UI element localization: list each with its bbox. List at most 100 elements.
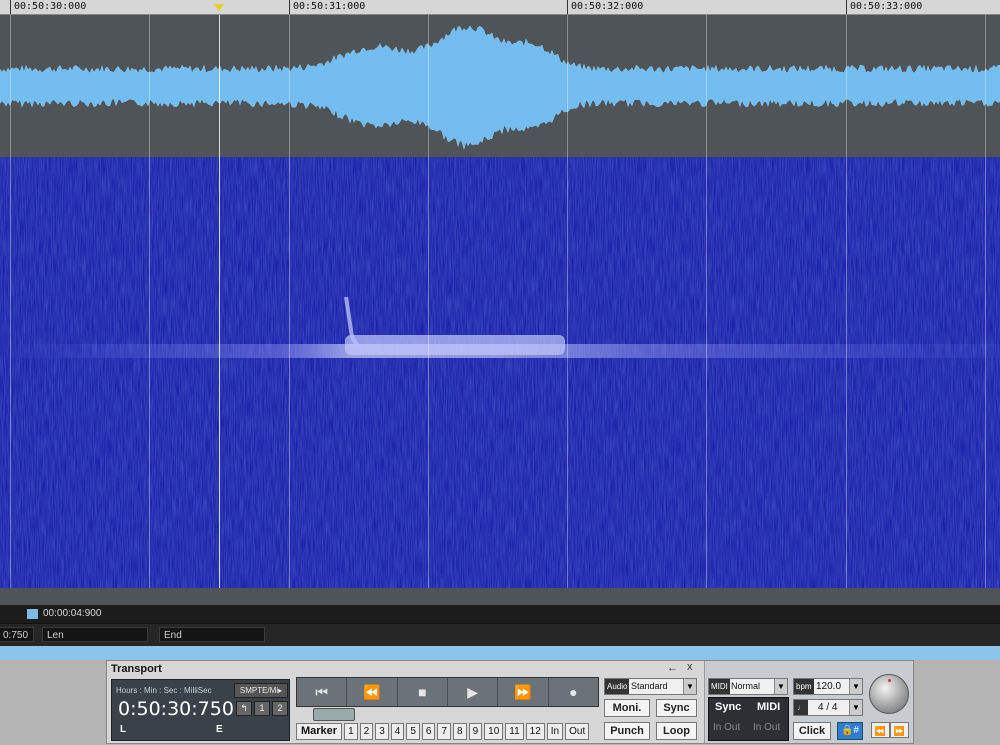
selection-bar[interactable]: 00:00:04:900 bbox=[0, 604, 1000, 623]
midi-mode-value: Normal bbox=[731, 681, 761, 691]
close-icon[interactable]: x bbox=[687, 661, 693, 673]
marker-2-button[interactable]: 2 bbox=[359, 723, 374, 740]
grid-line bbox=[846, 15, 847, 603]
click-button[interactable]: Click bbox=[793, 722, 831, 740]
marker-3-button[interactable]: 3 bbox=[375, 723, 389, 740]
current-time: 0:50:30:750 bbox=[118, 698, 234, 720]
loop-button[interactable]: Loop bbox=[656, 722, 697, 740]
chevron-down-icon: ▼ bbox=[849, 700, 862, 715]
grid-line bbox=[706, 15, 707, 603]
time-format-button[interactable]: SMPTE/Mi▸ bbox=[234, 683, 288, 698]
meter-value: 4 / 4 bbox=[818, 702, 838, 713]
selection-icon bbox=[27, 609, 38, 619]
transport-controls: ⏮ ⏪ ■ ▶ ⏩ ● bbox=[296, 677, 599, 707]
marker-row: Marker 1 2 3 4 5 6 7 8 9 10 11 12 In Out bbox=[296, 723, 590, 740]
bpm-tag: bpm bbox=[794, 679, 814, 694]
midi-label: MIDI bbox=[757, 701, 781, 713]
tempo-value: 120.0 bbox=[816, 681, 842, 692]
marker-7-button[interactable]: 7 bbox=[437, 723, 452, 740]
marker-8-button[interactable]: 8 bbox=[453, 723, 467, 740]
nudge-back-button[interactable]: ⏪ bbox=[871, 722, 890, 738]
spectrogram-view[interactable] bbox=[0, 157, 1000, 588]
grid-line bbox=[10, 15, 11, 603]
playhead-marker-icon[interactable] bbox=[214, 4, 224, 11]
pin-icon[interactable]: ← bbox=[667, 662, 678, 674]
chevron-down-icon: ▼ bbox=[774, 679, 787, 694]
start-field[interactable]: 0:750 bbox=[0, 627, 34, 642]
punch-button[interactable]: Punch bbox=[604, 722, 650, 740]
time-format-label: Hours : Min : Sec : MilliSec bbox=[116, 686, 212, 695]
midi-tag: MIDI bbox=[709, 679, 730, 694]
ruler-tick bbox=[567, 0, 568, 14]
grid-line bbox=[149, 15, 150, 603]
waveform-graphic bbox=[0, 25, 1000, 151]
sync-in-out: In Out bbox=[713, 722, 741, 733]
ruler-tick bbox=[10, 0, 11, 14]
audio-mode-select[interactable]: Audio Standard ▼ bbox=[604, 678, 697, 695]
knob-indicator bbox=[888, 679, 891, 682]
locator-2-button[interactable]: 2 bbox=[272, 701, 288, 716]
marker-11-button[interactable]: 11 bbox=[505, 723, 524, 740]
volume-knob[interactable] bbox=[869, 674, 909, 714]
marker-4-button[interactable]: 4 bbox=[390, 723, 405, 740]
playback-cursor[interactable] bbox=[219, 15, 220, 603]
out-button[interactable]: Out bbox=[565, 723, 590, 740]
tempo-select[interactable]: bpm 120.0 ▼ bbox=[793, 678, 863, 695]
go-to-start-button[interactable]: ⏮ bbox=[297, 678, 348, 706]
selection-length: 00:00:04:900 bbox=[43, 608, 102, 619]
chevron-down-icon: ▼ bbox=[849, 679, 862, 694]
midi-mode-select[interactable]: MIDI Normal ▼ bbox=[708, 678, 788, 695]
audio-mode-value: Standard bbox=[631, 681, 668, 691]
ruler-tick bbox=[289, 0, 290, 14]
marker-6-button[interactable]: 6 bbox=[421, 723, 436, 740]
play-button[interactable]: ▶ bbox=[448, 678, 499, 706]
fast-forward-button[interactable]: ⏩ bbox=[498, 678, 549, 706]
marker-1-button[interactable]: 1 bbox=[344, 723, 358, 740]
position-slider[interactable] bbox=[313, 708, 355, 721]
selection-fields: 0:750 Len End bbox=[0, 623, 1000, 646]
ruler-tick-label: 00:50:32:000 bbox=[571, 1, 644, 12]
waveform-view[interactable] bbox=[0, 15, 1000, 157]
ruler-tick bbox=[846, 0, 847, 14]
grid-line bbox=[289, 15, 290, 603]
note-icon: ♩ bbox=[794, 700, 808, 715]
end-field[interactable]: End bbox=[159, 627, 265, 642]
locator-1-button[interactable]: 1 bbox=[254, 701, 270, 716]
end-locator-label: E bbox=[216, 724, 223, 735]
chevron-down-icon: ▼ bbox=[683, 679, 696, 694]
panel-divider bbox=[0, 646, 1000, 660]
return-icon[interactable]: ↰ bbox=[236, 701, 252, 716]
ruler-tick-label: 00:50:31:000 bbox=[293, 1, 366, 12]
monitor-button[interactable]: Moni. bbox=[604, 699, 650, 717]
midi-in-out: In Out bbox=[753, 722, 781, 733]
stop-button[interactable]: ■ bbox=[398, 678, 448, 706]
sync-status: Sync MIDI In Out In Out bbox=[708, 697, 789, 741]
transport-title: Transport bbox=[111, 663, 162, 675]
marker-button[interactable]: Marker bbox=[296, 723, 343, 740]
marker-9-button[interactable]: 9 bbox=[468, 723, 483, 740]
rewind-button[interactable]: ⏪ bbox=[347, 678, 398, 706]
record-button[interactable]: ● bbox=[549, 678, 598, 706]
nudge-forward-button[interactable]: ⏩ bbox=[890, 722, 909, 738]
grid-line bbox=[985, 15, 986, 603]
marker-12-button[interactable]: 12 bbox=[525, 723, 545, 740]
midi-sync-panel: MIDI Normal ▼ Sync MIDI In Out In Out bp… bbox=[704, 661, 913, 743]
lower-waveform-strip bbox=[0, 588, 1000, 604]
lock-icon[interactable]: 🔒# bbox=[837, 722, 863, 740]
ruler-tick-label: 00:50:30:000 bbox=[14, 1, 87, 12]
time-display-panel: Hours : Min : Sec : MilliSec SMPTE/Mi▸ 0… bbox=[111, 679, 290, 741]
marker-5-button[interactable]: 5 bbox=[406, 723, 420, 740]
left-locator-label: L bbox=[120, 724, 127, 735]
ruler-tick-label: 00:50:33:000 bbox=[850, 1, 923, 12]
grid-line bbox=[567, 15, 568, 603]
sync-button[interactable]: Sync bbox=[656, 699, 697, 717]
in-button[interactable]: In bbox=[546, 723, 564, 740]
sync-label: Sync bbox=[715, 701, 742, 713]
grid-line bbox=[428, 15, 429, 603]
length-field[interactable]: Len bbox=[42, 627, 148, 642]
marker-10-button[interactable]: 10 bbox=[484, 723, 504, 740]
timeline-ruler[interactable]: 00:50:30:000 00:50:31:000 00:50:32:000 0… bbox=[0, 0, 1000, 15]
meter-select[interactable]: ♩ 4 / 4 ▼ bbox=[793, 699, 863, 716]
transport-panel: Transport ← x Hours : Min : Sec : MilliS… bbox=[106, 660, 914, 744]
nudge-controls: ⏪ ⏩ bbox=[871, 722, 909, 738]
